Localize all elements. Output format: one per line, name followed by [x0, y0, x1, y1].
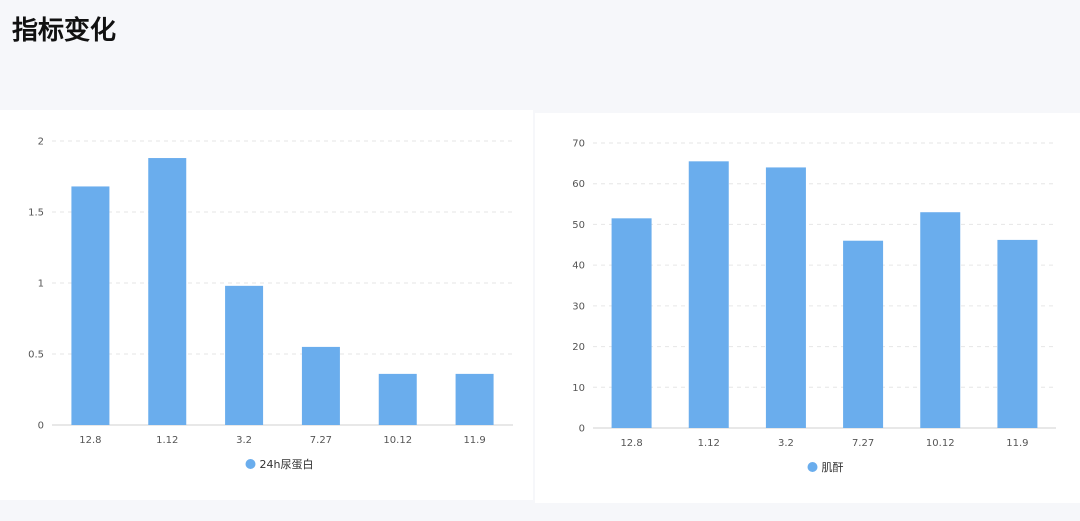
chart-panel-urine-protein: 0 0.5 1 1.5 2 12.8 1.12 3.2 7.27 10.12 11.9 24h尿蛋白 [0, 110, 533, 500]
chart-panel-creatinine: 0 10 20 30 40 50 60 70 12.8 1.12 3.2 7.27 10.12 11.9 肌… [535, 113, 1080, 503]
chart-creatinine: 0 10 20 30 40 50 60 70 12.8 1.12 3.2 7.27 10.12 11.9 肌… [572, 139, 1056, 474]
bar[interactable] [611, 218, 652, 428]
x-tick-label: 3.2 [236, 435, 252, 446]
y-tick-label: 70 [572, 139, 585, 150]
y-tick-label: 0 [38, 421, 44, 432]
y-tick-label: 10 [572, 383, 585, 394]
bar[interactable] [455, 373, 494, 425]
bar[interactable] [843, 240, 884, 428]
bar[interactable] [997, 239, 1038, 428]
x-tick-label: 11.9 [1006, 438, 1028, 449]
bar[interactable] [148, 158, 187, 425]
legend-label[interactable]: 24h尿蛋白 [260, 457, 314, 471]
y-tick-label: 1.5 [28, 208, 44, 219]
bar[interactable] [688, 161, 729, 429]
y-tick-label: 40 [572, 261, 585, 272]
x-tick-label: 7.27 [852, 438, 874, 449]
y-tick-label: 20 [572, 342, 585, 353]
legend-marker[interactable] [807, 462, 818, 472]
bar[interactable] [71, 186, 110, 425]
x-tick-label: 10.12 [926, 438, 955, 449]
chart-urine-protein: 0 0.5 1 1.5 2 12.8 1.12 3.2 7.27 10.12 11.9 24h尿蛋白 [28, 137, 513, 471]
x-tick-label: 7.27 [310, 435, 332, 446]
page-title: 指标变化 [12, 16, 117, 46]
y-tick-label: 0.5 [28, 350, 44, 361]
y-tick-label: 2 [38, 137, 44, 148]
x-tick-label: 10.12 [383, 435, 412, 446]
y-tick-label: 30 [572, 301, 585, 312]
x-tick-label: 1.12 [698, 438, 720, 449]
bar[interactable] [225, 285, 264, 425]
y-tick-label: 60 [572, 179, 585, 190]
x-tick-label: 12.8 [620, 438, 642, 449]
y-tick-label: 50 [572, 220, 585, 231]
x-tick-label: 3.2 [778, 438, 794, 449]
x-tick-label: 1.12 [156, 435, 178, 446]
y-tick-label: 1 [38, 279, 44, 290]
bar[interactable] [378, 373, 417, 425]
x-tick-label: 11.9 [463, 435, 485, 446]
legend-marker[interactable] [245, 459, 256, 469]
bar[interactable] [920, 212, 961, 428]
legend-label[interactable]: 肌酐 [822, 461, 844, 474]
y-tick-label: 0 [579, 424, 585, 435]
bar[interactable] [765, 167, 806, 428]
x-tick-label: 12.8 [79, 435, 101, 446]
bar[interactable] [301, 346, 340, 425]
